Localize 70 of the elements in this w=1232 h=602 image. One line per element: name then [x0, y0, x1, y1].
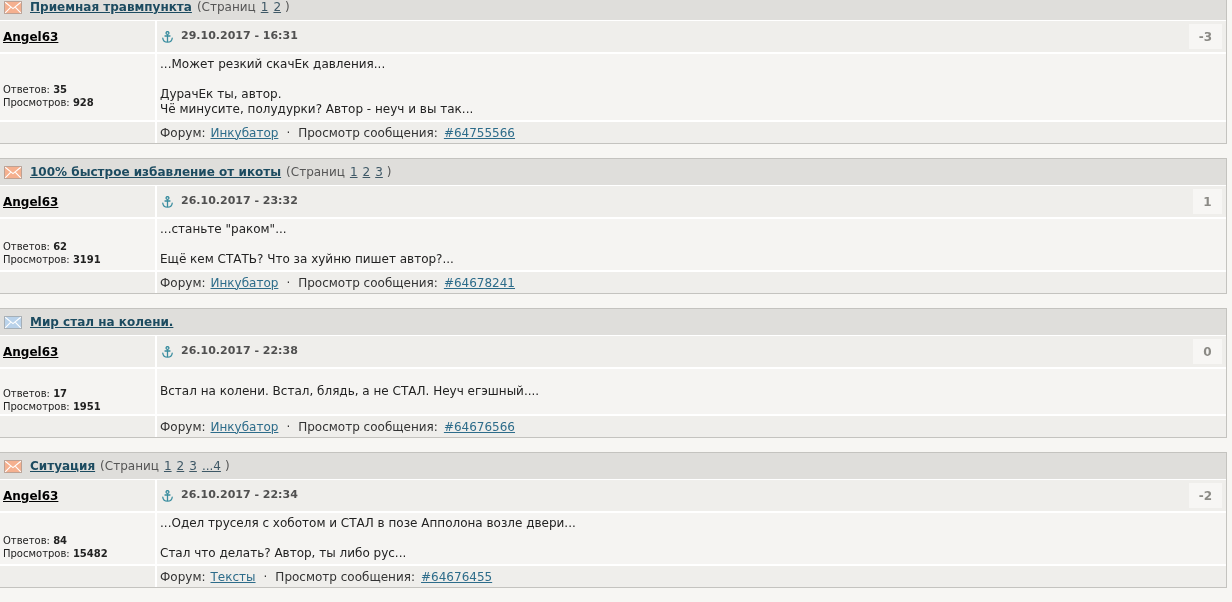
page-link[interactable]: 2 [362, 163, 371, 181]
footer-separator: · [263, 568, 268, 586]
page-link[interactable]: 2 [273, 0, 282, 16]
anchor-icon [162, 489, 173, 502]
forum-link[interactable]: Тексты [210, 567, 256, 586]
topic-stat: Просмотров: 1951 [3, 400, 102, 413]
view-label: Просмотр сообщения: [298, 124, 438, 142]
message-link[interactable]: #64755566 [443, 123, 515, 142]
forum-link[interactable]: Инкубатор [210, 273, 279, 292]
page-link[interactable]: ...4 [201, 457, 221, 475]
post-date: 29.10.2017 - 16:31 [181, 28, 298, 45]
quoted-text: ...Одел труселя с хоботом и СТАЛ в позе Апполона возле двери... [160, 516, 577, 531]
forum-label: Форум: [160, 274, 206, 292]
author-link[interactable]: Angel63 [3, 342, 59, 361]
pages-label: (Страниц [196, 0, 256, 16]
topic-stat: Ответов: 84 [3, 534, 69, 547]
topic-link[interactable]: 100% быстрое избавление от икоты [30, 163, 282, 181]
view-label: Просмотр сообщения: [298, 418, 438, 436]
pages-close: ) [224, 458, 230, 475]
page-link[interactable]: 1 [260, 0, 269, 16]
topic-stat: Ответов: 35 [3, 82, 69, 96]
page-link[interactable]: 3 [375, 163, 383, 181]
topic-stat: Просмотров: 15482 [3, 547, 109, 560]
forum-label: Форум: [160, 418, 206, 436]
rating-score: -2 [1188, 483, 1222, 508]
topic-stat: Ответов: 17 [3, 387, 69, 400]
post-text: Стал что делать? Автор, ты либо рус... [160, 546, 408, 561]
message-link[interactable]: #64678241 [443, 273, 515, 292]
anchor-icon [162, 195, 173, 208]
footer-separator: · [286, 418, 291, 436]
footer-separator: · [286, 274, 291, 292]
post-text: Ещё кем СТАТЬ? Что за хуйню пишет автор?... [160, 252, 455, 267]
view-label: Просмотр сообщения: [298, 274, 438, 292]
pages-close: ) [285, 0, 290, 16]
topic-link[interactable]: Приемная травмпункта [30, 0, 192, 16]
message-link[interactable]: #64676455 [421, 567, 493, 586]
post-date: 26.10.2017 - 22:34 [181, 487, 298, 504]
quoted-text: ...станьте "раком"... [160, 222, 288, 237]
quoted-text: ...Может резкий скачЕк давления... [160, 57, 387, 72]
topic-stat: Ответов: 62 [3, 240, 69, 253]
anchor-icon [162, 30, 173, 43]
post-text: Встал на колени. Встал, блядь, а не СТАЛ. Неуч егэшный.... [160, 384, 541, 399]
topic-stat: Просмотров: 928 [3, 95, 95, 109]
pages-close: ) [386, 164, 392, 181]
rating-score: 0 [1193, 339, 1222, 364]
forum-link[interactable]: Инкубатор [210, 417, 279, 436]
page-link[interactable]: 2 [176, 457, 185, 475]
message-link[interactable]: #64676566 [443, 417, 515, 436]
rating-score: 1 [1193, 189, 1222, 214]
forum-link[interactable]: Инкубатор [210, 123, 279, 142]
pages-label: (Страниц [100, 458, 159, 475]
topic-link[interactable]: Мир стал на колени. [30, 313, 174, 331]
anchor-icon [162, 345, 173, 358]
page-link[interactable]: 1 [163, 457, 172, 475]
view-label: Просмотр сообщения: [275, 568, 416, 586]
post-date: 26.10.2017 - 22:38 [181, 343, 298, 360]
page-link[interactable]: 1 [349, 163, 358, 181]
author-link[interactable]: Angel63 [3, 486, 59, 505]
topic-link[interactable]: Ситуация [30, 457, 96, 475]
footer-separator: · [286, 124, 291, 142]
pages-label: (Страниц [286, 164, 345, 181]
forum-label: Форум: [160, 124, 206, 142]
page-link[interactable]: 3 [189, 457, 197, 475]
post-text: ДурачЕк ты, автор. Чё минусите, полудурки? Автор - неуч и вы так... [160, 87, 475, 117]
forum-label: Форум: [160, 568, 206, 586]
post-date: 26.10.2017 - 23:32 [181, 193, 298, 210]
author-link[interactable]: Angel63 [3, 27, 59, 46]
rating-score: -3 [1188, 24, 1222, 49]
topic-stat: Просмотров: 3191 [3, 253, 102, 266]
author-link[interactable]: Angel63 [3, 192, 59, 211]
